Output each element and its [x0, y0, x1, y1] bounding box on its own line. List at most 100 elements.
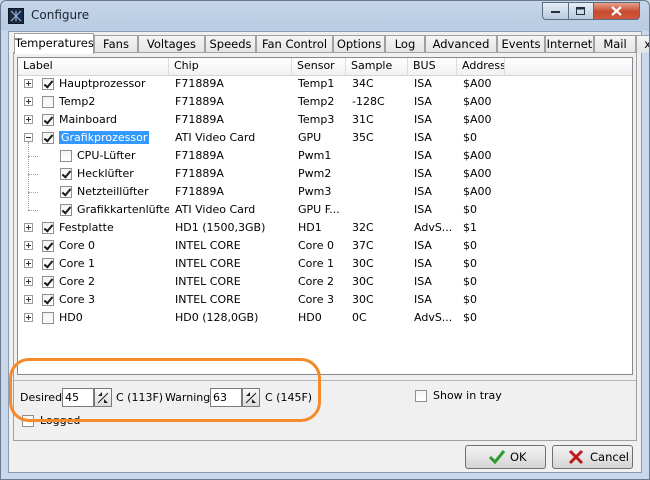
- table-row[interactable]: Festplatte HD1 (1500,3GB) HD1 32C AdvS... $1: [18, 219, 632, 237]
- row-checkbox[interactable]: [42, 96, 54, 108]
- table-row[interactable]: Netzteillüfter F71889A Pwm3 ISA $A00: [18, 183, 632, 201]
- expand-icon[interactable]: [24, 241, 33, 250]
- cell-label[interactable]: Festplatte: [59, 221, 114, 234]
- maximize-button[interactable]: [568, 2, 594, 20]
- tab-internet[interactable]: Internet: [545, 35, 594, 53]
- list-header: Label Chip Sensor Sample BUS Address: [18, 58, 632, 76]
- cell-label[interactable]: Hecklüfter: [77, 167, 134, 180]
- tab-fan-control[interactable]: Fan Control: [256, 35, 333, 53]
- cell-bus-container: ISA: [414, 75, 457, 93]
- expand-icon[interactable]: [24, 115, 33, 124]
- table-row[interactable]: Hauptprozessor F71889A Temp1 34C ISA $A00: [18, 75, 632, 93]
- table-row[interactable]: Hecklüfter F71889A Pwm2 ISA $A00: [18, 165, 632, 183]
- expand-icon[interactable]: [24, 277, 33, 286]
- expand-icon[interactable]: [24, 79, 33, 88]
- column-header-bus[interactable]: BUS: [408, 58, 457, 75]
- tab-speeds[interactable]: Speeds: [205, 35, 256, 53]
- row-checkbox[interactable]: [60, 168, 72, 180]
- row-checkbox[interactable]: [60, 204, 72, 216]
- expand-icon[interactable]: [24, 259, 33, 268]
- cancel-button[interactable]: Cancel: [552, 445, 633, 469]
- close-button[interactable]: [594, 2, 640, 20]
- cell-label[interactable]: Netzteillüfter: [77, 185, 149, 198]
- tab-xap[interactable]: xAP: [636, 35, 649, 53]
- table-row[interactable]: Core 2 INTEL CORE Core 2 30C ISA $0: [18, 273, 632, 291]
- expand-icon[interactable]: [24, 97, 33, 106]
- cell-address: $A00: [463, 167, 492, 180]
- column-header-sample[interactable]: Sample: [346, 58, 408, 75]
- row-checkbox[interactable]: [42, 222, 54, 234]
- show-in-tray-checkbox[interactable]: [415, 390, 427, 402]
- cell-label[interactable]: HD0: [59, 311, 83, 324]
- sensor-list[interactable]: Label Chip Sensor Sample BUS Address Hauptpro…: [17, 57, 633, 375]
- tab-events[interactable]: Events: [497, 35, 545, 53]
- row-checkbox[interactable]: [42, 240, 54, 252]
- cell-label[interactable]: Temp2: [59, 95, 95, 108]
- tab-advanced[interactable]: Advanced: [425, 35, 497, 53]
- logged-checkbox[interactable]: [22, 415, 34, 427]
- row-checkbox[interactable]: [42, 294, 54, 306]
- row-checkbox[interactable]: [42, 132, 54, 144]
- desired-input[interactable]: 45: [62, 388, 94, 407]
- cell-address: $A00: [463, 149, 492, 162]
- cell-label[interactable]: Core 3: [59, 293, 95, 306]
- cell-bus-container: ISA: [414, 183, 457, 201]
- cell-sensor: Pwm3: [298, 185, 332, 198]
- table-row[interactable]: Grafikprozessor ATI Video Card GPU 35C ISA $0: [18, 129, 632, 147]
- cell-address-container: $A00: [463, 183, 505, 201]
- row-checkbox[interactable]: [60, 150, 72, 162]
- table-row[interactable]: Core 3 INTEL CORE Core 3 30C ISA $0: [18, 291, 632, 309]
- cell-label[interactable]: Core 1: [59, 257, 95, 270]
- minimize-button[interactable]: [542, 2, 568, 20]
- table-row[interactable]: CPU-Lüfter F71889A Pwm1 ISA $A00: [18, 147, 632, 165]
- table-row[interactable]: HD0 HD0 (128,0GB) HD0 0C AdvS... $0: [18, 309, 632, 327]
- table-row[interactable]: Core 0 INTEL CORE Core 0 37C ISA $0: [18, 237, 632, 255]
- expand-icon[interactable]: [24, 313, 33, 322]
- cell-address-container: $0: [463, 237, 505, 255]
- cell-label[interactable]: Core 0: [59, 239, 95, 252]
- cell-label[interactable]: Grafikkartenlüfter: [77, 203, 169, 216]
- table-row[interactable]: Mainboard F71889A Temp3 31C ISA $A00: [18, 111, 632, 129]
- logged-label[interactable]: Logged: [40, 414, 80, 427]
- tab-voltages[interactable]: Voltages: [138, 35, 205, 53]
- title-bar[interactable]: Configure: [1, 1, 649, 31]
- row-checkbox[interactable]: [42, 114, 54, 126]
- show-in-tray-label[interactable]: Show in tray: [433, 389, 502, 402]
- row-checkbox[interactable]: [60, 186, 72, 198]
- column-header-address[interactable]: Address: [457, 58, 505, 75]
- cell-label[interactable]: Grafikprozessor: [59, 131, 150, 144]
- table-row[interactable]: Temp2 F71889A Temp2 -128C ISA $A00: [18, 93, 632, 111]
- row-checkbox[interactable]: [42, 258, 54, 270]
- tab-options[interactable]: Options: [333, 35, 385, 53]
- row-checkbox[interactable]: [42, 312, 54, 324]
- expand-icon[interactable]: [24, 295, 33, 304]
- tab-fans[interactable]: Fans: [94, 35, 138, 53]
- collapse-icon[interactable]: [24, 133, 33, 142]
- tab-mail[interactable]: Mail: [594, 35, 636, 53]
- cell-bus: ISA: [414, 77, 432, 90]
- desired-unit: C (113F): [116, 391, 164, 404]
- cell-label[interactable]: CPU-Lüfter: [77, 149, 136, 162]
- column-header-label[interactable]: Label: [18, 58, 169, 75]
- cell-label-container: HD0: [59, 309, 169, 327]
- tab-temperatures[interactable]: Temperatures: [14, 33, 94, 54]
- row-checkbox[interactable]: [42, 276, 54, 288]
- cell-label[interactable]: Mainboard: [59, 113, 117, 126]
- cell-sensor: Pwm2: [298, 167, 332, 180]
- desired-label: Desired: [20, 391, 63, 404]
- row-checkbox[interactable]: [42, 78, 54, 90]
- column-header-sensor[interactable]: Sensor: [292, 58, 346, 75]
- app-icon: [8, 8, 24, 24]
- cell-label[interactable]: Hauptprozessor: [59, 77, 146, 90]
- table-row[interactable]: Grafikkartenlüfter ATI Video Card GPU F...…: [18, 201, 632, 219]
- ok-button[interactable]: OK: [465, 445, 546, 469]
- cell-label[interactable]: Core 2: [59, 275, 95, 288]
- table-row[interactable]: Core 1 INTEL CORE Core 1 30C ISA $0: [18, 255, 632, 273]
- tab-log[interactable]: Log: [385, 35, 425, 53]
- column-header-chip[interactable]: Chip: [169, 58, 292, 75]
- desired-spinner[interactable]: [94, 388, 112, 407]
- warning-spinner[interactable]: [242, 388, 260, 407]
- warning-input[interactable]: 63: [210, 388, 242, 407]
- cell-sample: 30C: [352, 275, 374, 288]
- expand-icon[interactable]: [24, 223, 33, 232]
